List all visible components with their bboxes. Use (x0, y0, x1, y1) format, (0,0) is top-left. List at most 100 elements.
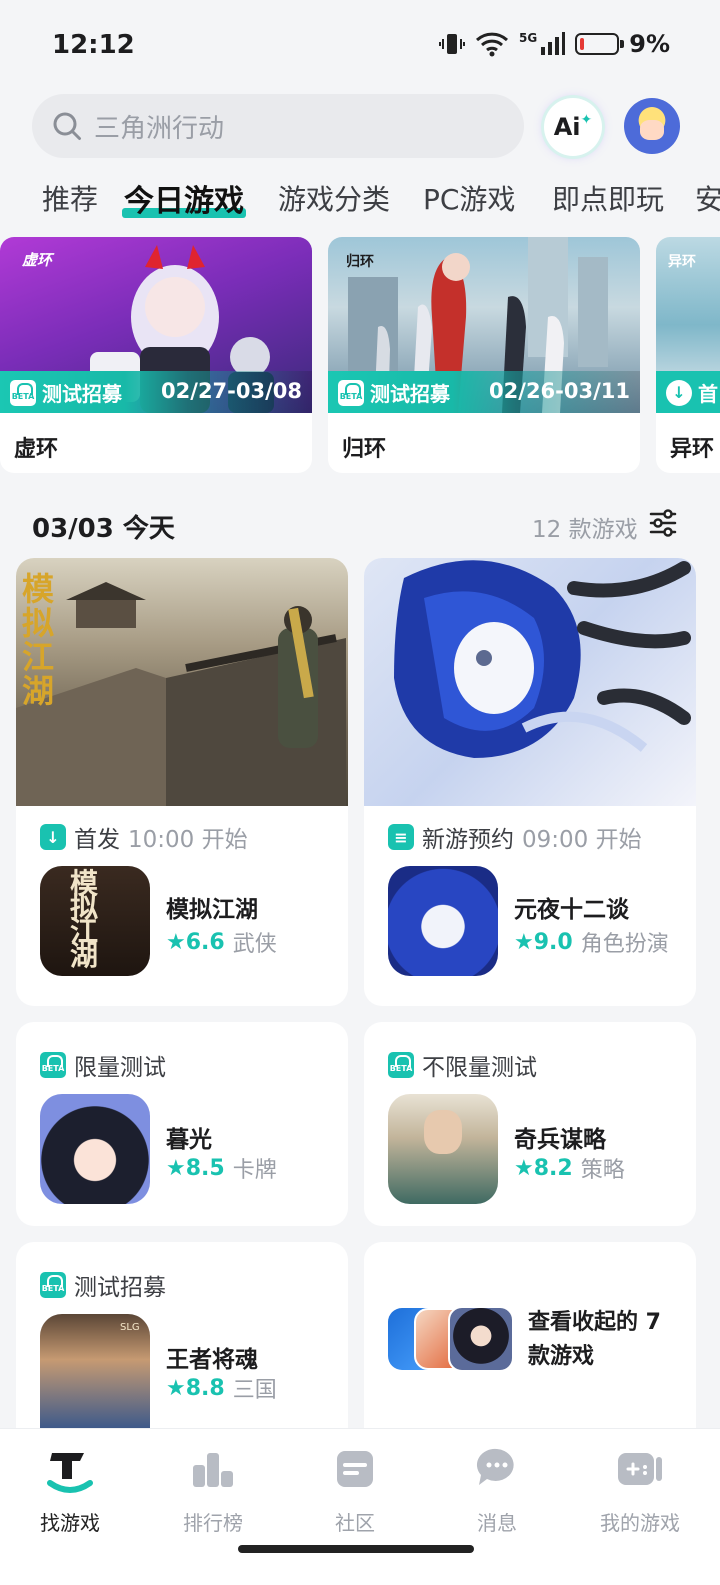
wifi-icon (476, 32, 509, 57)
ai-assistant-button[interactable]: Ai ✦ (544, 98, 602, 156)
banner-logo: 异环 (668, 254, 696, 270)
nav-community[interactable]: 社区 (295, 1443, 415, 1536)
release-kind: 首发 (74, 827, 120, 853)
game-name: 奇兵谋略 (514, 1127, 606, 1153)
genre: 武侠 (232, 932, 277, 957)
game-name: 暮光 (166, 1127, 212, 1153)
banner-strip: BETA 测试招募 02/27-03/08 (0, 371, 312, 413)
rating: ★8.2 (514, 1155, 573, 1181)
bottom-nav: 找游戏 排行榜 社区 消息 我的游戏 (0, 1428, 720, 1585)
genre: 角色扮演 (580, 932, 669, 957)
collapsed-games-card[interactable]: 查看收起的 7 款游戏 (364, 1242, 696, 1428)
icon-calligraphy: 模拟江湖 (70, 867, 99, 972)
game-card[interactable]: BETA 限量测试 暮光 ★8.5 卡牌 (16, 1022, 348, 1226)
rankings-icon (193, 1453, 233, 1487)
release-kind: 不限量测试 (422, 1055, 537, 1081)
ai-label: Ai (553, 113, 581, 141)
game-icon (388, 866, 498, 976)
search-icon (53, 112, 81, 140)
collapsed-icon (448, 1306, 514, 1372)
release-time: 09:00 开始 (522, 827, 642, 853)
star-icon: ★ (514, 929, 534, 955)
banner-logo: 归环 (346, 254, 374, 270)
release-time: 10:00 开始 (128, 827, 248, 853)
home-indicator[interactable] (238, 1545, 474, 1553)
find-games-icon (47, 1453, 93, 1493)
genre: 策略 (580, 1158, 625, 1183)
filter-icon[interactable] (648, 508, 678, 538)
game-card[interactable]: ≡ 新游预约 09:00 开始 元夜十二谈 ★9.0 角色扮演 (364, 558, 696, 1006)
my-games-icon (618, 1453, 662, 1485)
status-bar: 12:12 5G 9% (0, 0, 720, 92)
rating: ★6.6 (166, 929, 225, 955)
tab-instant-play[interactable]: 即点即玩 (552, 178, 664, 218)
release-kind: 新游预约 (422, 827, 514, 853)
tab-today-games[interactable]: 今日游戏 (122, 178, 246, 220)
tab-more[interactable]: 安 (695, 178, 720, 218)
banner-tag: 测试招募 (42, 382, 122, 406)
star-icon: ★ (166, 1375, 186, 1401)
genre: 卡牌 (232, 1158, 277, 1183)
beta-icon: BETA (40, 1272, 66, 1298)
release-kind: 限量测试 (74, 1055, 166, 1081)
nav-messages[interactable]: 消息 (437, 1443, 557, 1536)
rating: ★8.8 (166, 1375, 225, 1401)
game-card[interactable]: BETA 测试招募 SLG 王者将魂 ★8.8 三国 (16, 1242, 348, 1428)
nav-find-games[interactable]: 找游戏 (10, 1443, 130, 1536)
vibrate-icon (439, 34, 466, 54)
search-input[interactable]: 三角洲行动 (32, 94, 524, 158)
game-icon (388, 1094, 498, 1204)
game-name: 模拟江湖 (166, 897, 258, 923)
tab-recommend[interactable]: 推荐 (42, 178, 98, 218)
sparkle-icon: ✦ (580, 112, 593, 128)
banner-card[interactable]: 归环 BETA 测试招募 02/26-03/11 归环 (328, 237, 640, 473)
nav-rankings[interactable]: 排行榜 (153, 1443, 273, 1536)
banner-game-name: 虚环 (14, 437, 59, 462)
star-icon: ★ (166, 1155, 186, 1181)
game-icon: SLG (40, 1314, 150, 1428)
community-icon (337, 1451, 373, 1487)
banner-card[interactable]: 异环 ↓ 首 异环 (656, 237, 720, 473)
signal-icon (541, 32, 566, 55)
banner-logo: 虚环 (22, 251, 53, 269)
game-cover: 模拟江湖 (16, 558, 348, 806)
game-icon (40, 1094, 150, 1204)
rating: ★8.5 (166, 1155, 225, 1181)
banner-strip: ↓ 首 (656, 371, 720, 413)
avatar[interactable] (624, 98, 680, 154)
game-card[interactable]: 模拟江湖 ↓ 首发 10:00 开始 模拟江湖 模拟江湖 ★6.6 武侠 (16, 558, 348, 1006)
category-tabs: 推荐 今日游戏 游戏分类 PC游戏 即点即玩 安 (0, 178, 720, 228)
banner-strip: BETA 测试招募 02/26-03/11 (328, 371, 640, 413)
tab-pc-games[interactable]: PC游戏 (423, 178, 515, 218)
section-title: 03/03 今天 (32, 514, 175, 544)
rating: ★9.0 (514, 929, 573, 955)
cover-calligraphy: 模拟江湖 (22, 570, 55, 710)
genre: 三国 (232, 1378, 277, 1403)
banner-tag: 测试招募 (370, 382, 450, 406)
nav-my-games[interactable]: 我的游戏 (580, 1443, 700, 1536)
banner-game-name: 异环 (670, 437, 715, 462)
banner-card[interactable]: 虚环 BETA 测试招募 02/27-03/08 虚环 (0, 237, 312, 473)
slg-label: SLG (120, 1322, 140, 1333)
banner-game-name: 归环 (342, 437, 387, 462)
game-name: 元夜十二谈 (514, 897, 629, 923)
tab-game-categories[interactable]: 游戏分类 (278, 178, 390, 218)
beta-icon: BETA (338, 379, 364, 406)
cover-art (16, 582, 346, 806)
star-icon: ★ (166, 929, 186, 955)
game-icon: 模拟江湖 (40, 866, 150, 976)
banner-date: 02/27-03/08 (161, 379, 302, 403)
beta-icon: BETA (388, 1052, 414, 1078)
network-type: 5G (519, 31, 538, 45)
beta-icon: BETA (10, 379, 36, 406)
battery-icon (575, 33, 625, 55)
game-name: 王者将魂 (166, 1347, 258, 1373)
star-icon: ★ (514, 1155, 534, 1181)
banner-tag: 首 (698, 382, 718, 406)
download-icon: ↓ (666, 379, 692, 406)
cover-art (394, 560, 691, 758)
beta-icon: BETA (40, 1052, 66, 1078)
collapsed-text: 查看收起的 7 款游戏 (528, 1310, 661, 1369)
game-card[interactable]: BETA 不限量测试 奇兵谋略 ★8.2 策略 (364, 1022, 696, 1226)
game-cover (364, 558, 696, 806)
